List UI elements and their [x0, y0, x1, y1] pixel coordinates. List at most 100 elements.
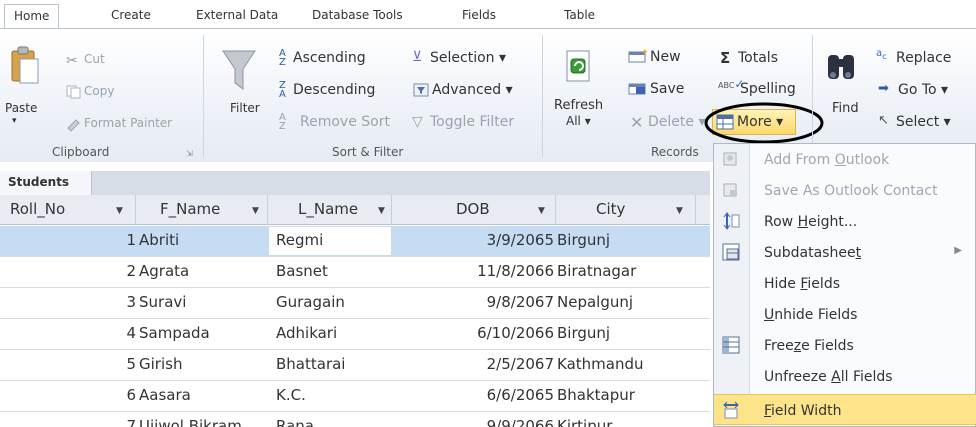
cell-f-name[interactable]: Abriti: [139, 231, 179, 249]
cell-dob[interactable]: 6/6/2065: [392, 386, 554, 404]
cell-city[interactable]: Birgunj: [557, 324, 610, 342]
column-header-l-name[interactable]: L_Name ▼: [268, 195, 392, 225]
column-header-label: F_Name: [160, 200, 221, 218]
cell-dob[interactable]: 6/10/2066: [392, 324, 554, 342]
cell-l-name[interactable]: K.C.: [276, 386, 306, 404]
delete-button[interactable]: Delete ▾: [648, 114, 705, 130]
copy-button[interactable]: Copy: [84, 84, 114, 98]
table-row[interactable]: 5 Girish Bhattarai 2/5/2067 Kathmandu: [0, 350, 710, 381]
column-header-dob[interactable]: DOB ▼: [392, 195, 556, 225]
selection-button[interactable]: Selection ▾: [430, 50, 506, 66]
sort-filter-group-label: Sort & Filter: [332, 145, 404, 159]
cell-f-name[interactable]: Suravi: [139, 293, 186, 311]
cell-f-name[interactable]: Ujjwol Bikram: [139, 417, 242, 427]
paste-dropdown-arrow[interactable]: ▾: [12, 116, 17, 126]
totals-button[interactable]: Totals: [738, 50, 778, 66]
descending-button[interactable]: Descending: [293, 82, 375, 98]
column-filter-arrow[interactable]: ▼: [378, 206, 385, 216]
cell-f-name[interactable]: Aasara: [139, 386, 191, 404]
table-row[interactable]: 3 Suravi Guragain 9/8/2067 Nepalgunj: [0, 288, 710, 319]
cell-dob[interactable]: 11/8/2066: [392, 262, 554, 280]
column-filter-arrow[interactable]: ▼: [538, 206, 545, 216]
cell-l-name[interactable]: Adhikari: [276, 324, 337, 342]
cell-dob[interactable]: 9/9/2066: [392, 417, 554, 427]
tab-students[interactable]: Students: [0, 171, 92, 195]
menu-item-hide-fields[interactable]: Hide Fields: [714, 268, 976, 299]
cell-dob[interactable]: 3/9/2065: [392, 231, 554, 249]
column-filter-arrow[interactable]: ▼: [676, 206, 683, 216]
table-row[interactable]: 1 Abriti Regmi 3/9/2065 Birgunj: [0, 226, 710, 257]
menu-item-save-as-outlook-contact[interactable]: Save As Outlook Contact: [714, 175, 976, 206]
tab-fields[interactable]: Fields: [462, 8, 496, 22]
column-header-city[interactable]: City ▼: [556, 195, 696, 225]
go-to-button[interactable]: Go To ▾: [898, 82, 948, 98]
refresh-button[interactable]: Refresh: [554, 98, 603, 113]
menu-item-field-width[interactable]: Field Width: [714, 394, 976, 425]
save-contact-icon: [723, 183, 737, 197]
column-filter-arrow[interactable]: ▼: [116, 206, 123, 216]
cell-roll-no[interactable]: 2: [100, 262, 136, 280]
menu-item-subdatasheet[interactable]: Subdatasheet ▶: [714, 237, 976, 268]
tab-external-data[interactable]: External Data: [196, 8, 278, 22]
cell-roll-no[interactable]: 5: [100, 355, 136, 373]
cell-city[interactable]: Kirtipur: [557, 417, 612, 427]
cell-f-name[interactable]: Agrata: [139, 262, 189, 280]
select-button[interactable]: Select ▾: [896, 114, 951, 130]
selection-icon: ⊻: [412, 49, 423, 65]
cell-city[interactable]: Kathmandu: [557, 355, 644, 373]
refresh-all-label[interactable]: All ▾: [566, 114, 591, 128]
tab-home[interactable]: Home: [4, 4, 60, 29]
table-row[interactable]: 7 Ujjwol Bikram Rana 9/9/2066 Kirtipur: [0, 412, 710, 427]
cell-city[interactable]: Birgunj: [557, 231, 610, 249]
tab-table[interactable]: Table: [564, 8, 595, 22]
toggle-filter-button[interactable]: Toggle Filter: [430, 114, 514, 130]
ascending-icon: AZ: [279, 48, 286, 68]
more-dropdown-menu: Add From Outlook Save As Outlook Contact…: [713, 143, 976, 427]
cell-city[interactable]: Bhaktapur: [557, 386, 635, 404]
menu-item-freeze-fields[interactable]: Freeze Fields: [714, 330, 976, 361]
menu-item-add-from-outlook[interactable]: Add From Outlook: [714, 144, 976, 175]
save-record-button[interactable]: Save: [650, 81, 684, 97]
cell-roll-no[interactable]: 7: [100, 417, 136, 427]
cell-roll-no[interactable]: 1: [100, 231, 136, 249]
tab-create[interactable]: Create: [111, 8, 151, 22]
column-header-f-name[interactable]: F_Name ▼: [136, 195, 268, 225]
find-button[interactable]: Find: [832, 101, 859, 116]
cell-l-name[interactable]: Bhattarai: [276, 355, 345, 373]
table-row[interactable]: 4 Sampada Adhikari 6/10/2066 Birgunj: [0, 319, 710, 350]
new-record-button[interactable]: New: [650, 49, 681, 65]
cell-roll-no[interactable]: 6: [100, 386, 136, 404]
remove-sort-button[interactable]: Remove Sort: [300, 114, 390, 130]
cell-city[interactable]: Nepalgunj: [557, 293, 633, 311]
cell-l-name[interactable]: Guragain: [276, 293, 345, 311]
tab-database-tools[interactable]: Database Tools: [312, 8, 403, 22]
menu-item-label: Add From Outlook: [764, 152, 890, 168]
cell-dob[interactable]: 9/8/2067: [392, 293, 554, 311]
ribbon-tab-bar: Home Create External Data Database Tools…: [0, 0, 976, 29]
cell-roll-no[interactable]: 4: [100, 324, 136, 342]
format-painter-button[interactable]: Format Painter: [84, 116, 172, 130]
cell-dob[interactable]: 2/5/2067: [392, 355, 554, 373]
cell-city[interactable]: Biratnagar: [557, 262, 636, 280]
column-filter-arrow[interactable]: ▼: [252, 206, 259, 216]
filter-button[interactable]: Filter: [230, 101, 260, 115]
column-header-roll-no[interactable]: Roll_No ▼: [0, 195, 136, 225]
menu-item-unhide-fields[interactable]: Unhide Fields: [714, 299, 976, 330]
cell-l-name[interactable]: Rana: [276, 417, 314, 427]
cell-l-name[interactable]: Basnet: [276, 262, 328, 280]
cell-l-name[interactable]: Regmi: [276, 231, 323, 249]
cut-button[interactable]: Cut: [84, 52, 105, 66]
select-icon: ↖: [878, 113, 889, 128]
clipboard-dialog-launcher[interactable]: ⇲: [186, 149, 193, 158]
table-row[interactable]: 6 Aasara K.C. 6/6/2065 Bhaktapur: [0, 381, 710, 412]
advanced-button[interactable]: Advanced ▾: [432, 82, 513, 98]
spelling-button[interactable]: Spelling: [740, 81, 796, 97]
menu-item-row-height[interactable]: Row Height...: [714, 206, 976, 237]
cell-f-name[interactable]: Sampada: [139, 324, 210, 342]
replace-button[interactable]: Replace: [896, 50, 951, 66]
cell-roll-no[interactable]: 3: [100, 293, 136, 311]
menu-item-unfreeze-all-fields[interactable]: Unfreeze All Fields: [714, 361, 976, 392]
table-row[interactable]: 2 Agrata Basnet 11/8/2066 Biratnagar: [0, 257, 710, 288]
cell-f-name[interactable]: Girish: [139, 355, 182, 373]
ascending-button[interactable]: Ascending: [293, 50, 366, 66]
